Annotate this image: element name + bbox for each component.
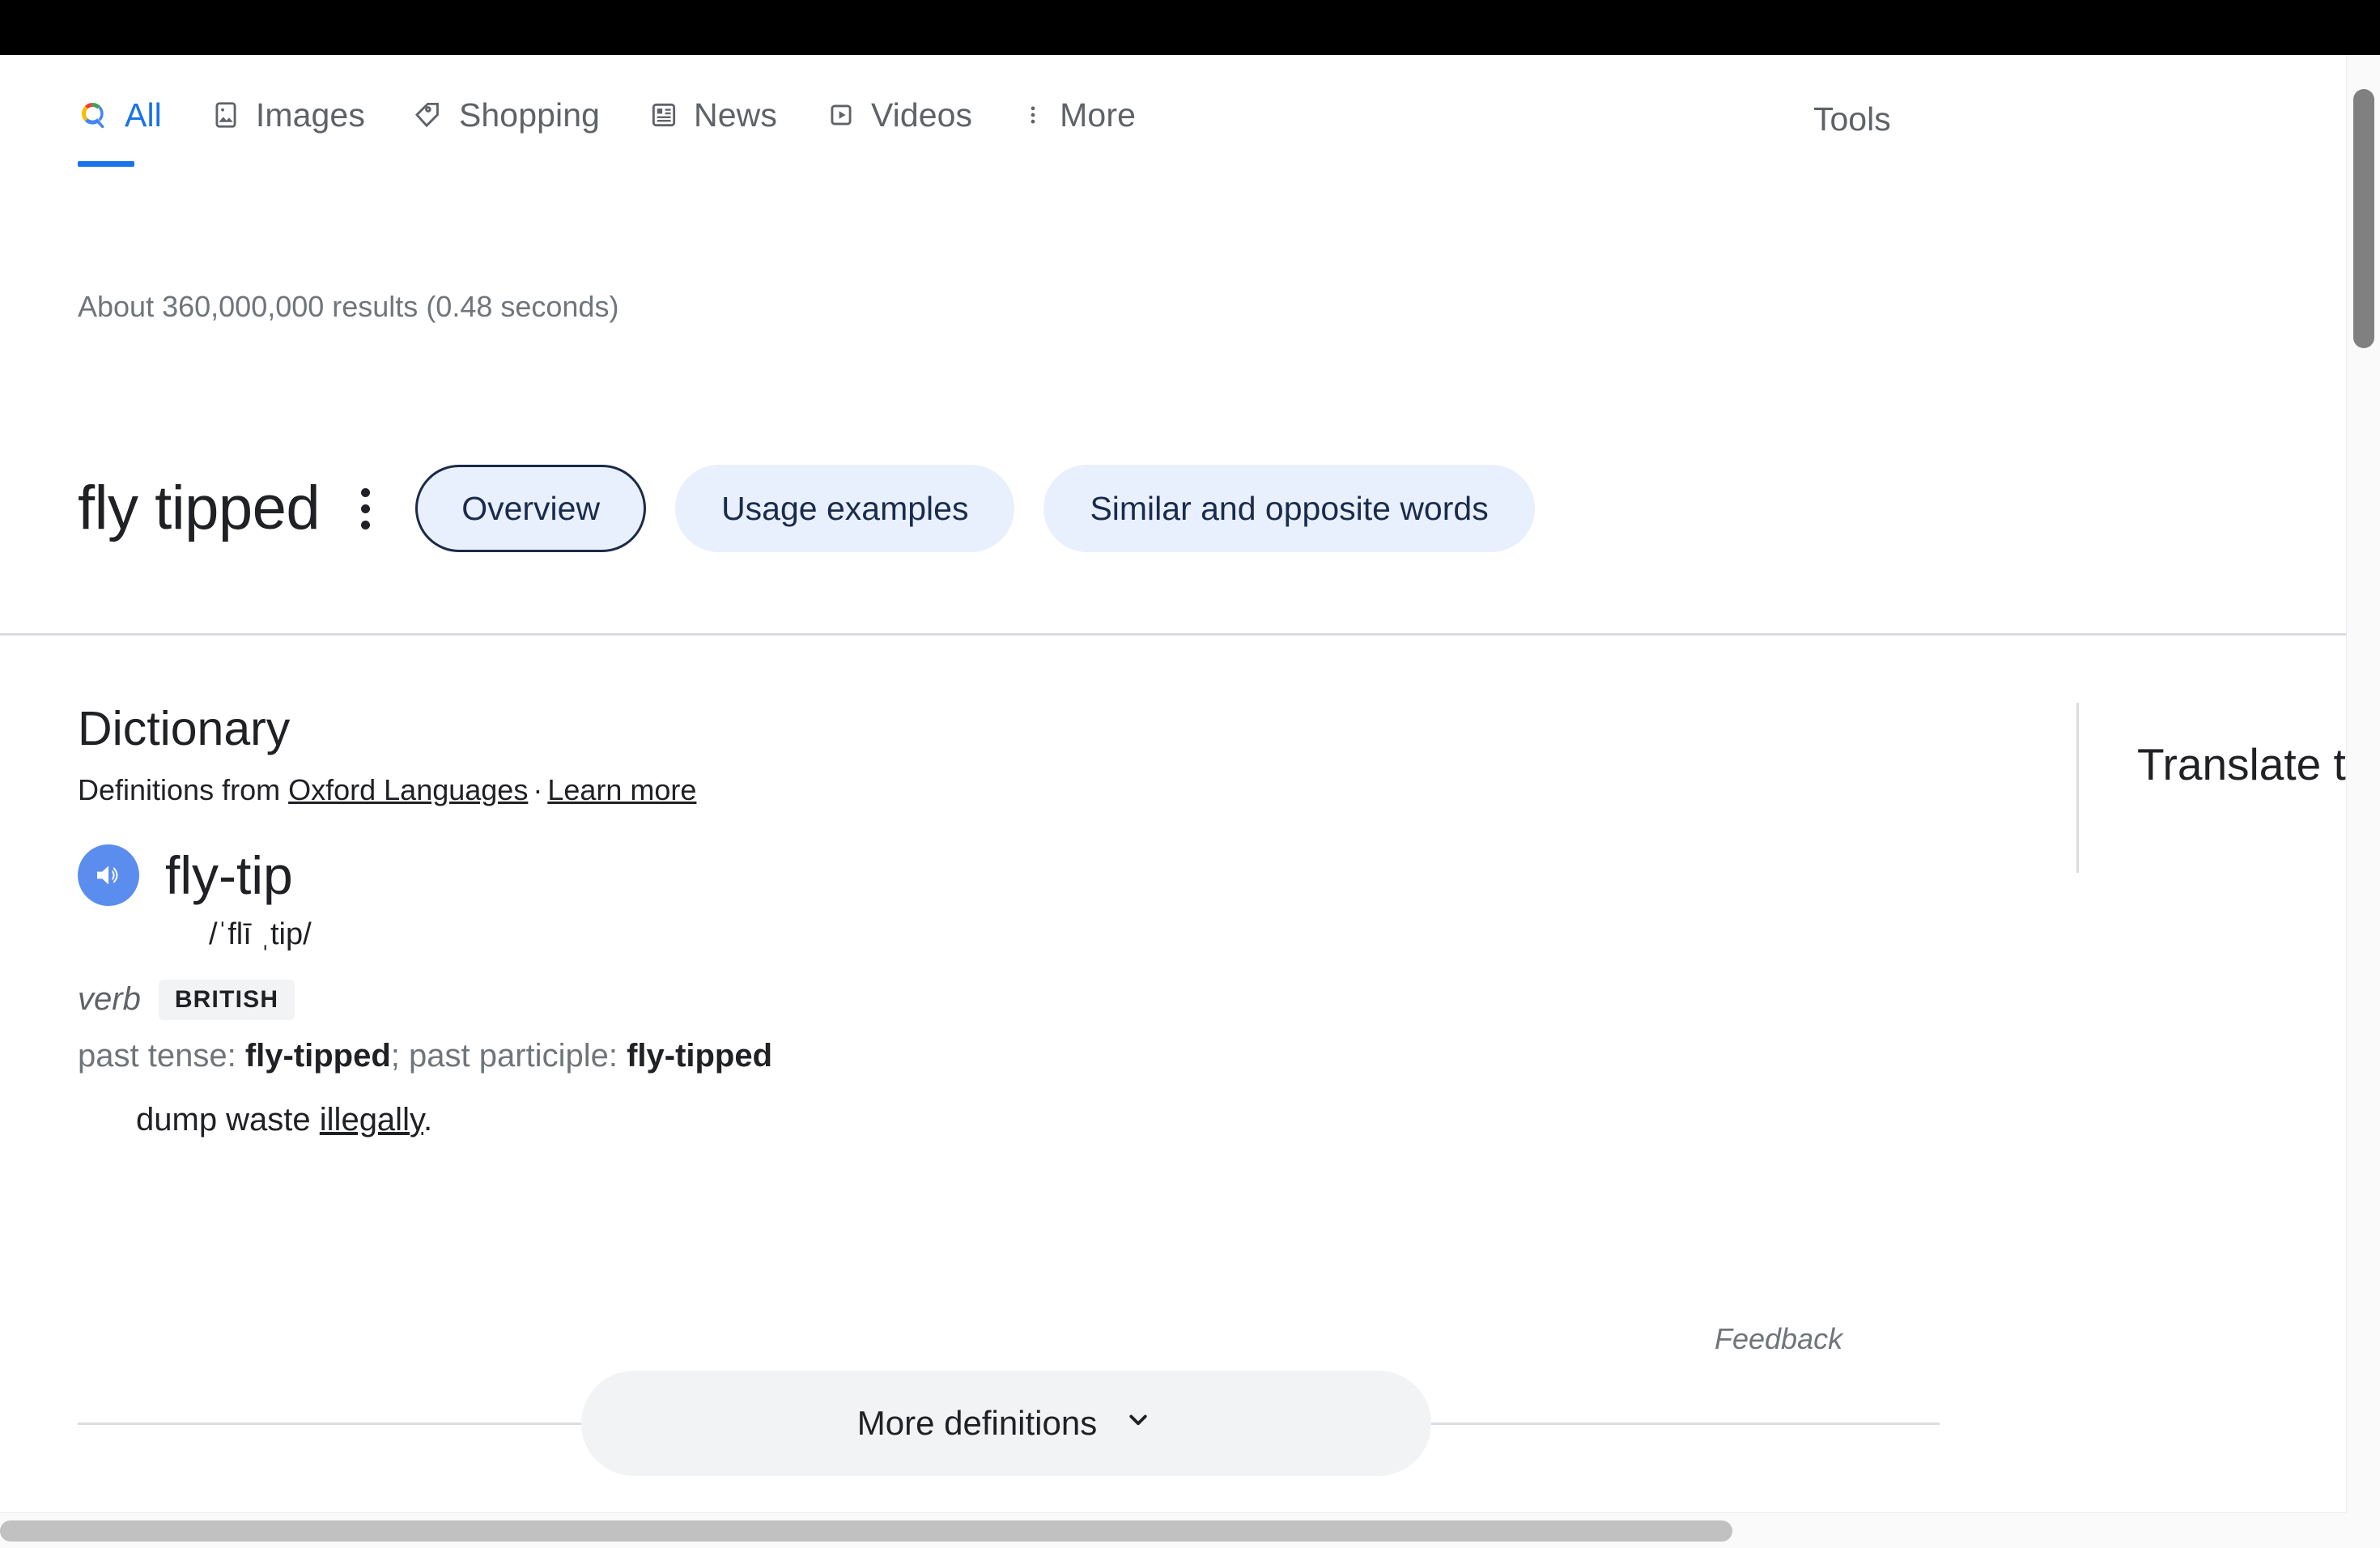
search-nav-tabs: All Images Shopping News Videos More — [0, 83, 1160, 167]
speaker-volume-icon[interactable] — [78, 844, 139, 906]
tools-button[interactable]: Tools — [1813, 100, 1891, 138]
tab-news[interactable]: News — [624, 83, 801, 147]
more-definitions-row: More definitions — [78, 1371, 1940, 1476]
pill-overview-label: Overview — [461, 489, 601, 527]
learn-more-link[interactable]: Learn more — [547, 773, 696, 806]
video-play-icon — [826, 100, 856, 130]
dictionary-source-line: Definitions from Oxford Languages · Learn … — [78, 773, 2037, 807]
part-of-speech-row: verb BRITISH — [78, 979, 2037, 1020]
vertical-scrollbar-thumb[interactable] — [2353, 89, 2374, 348]
pill-similar-and-opposite-words[interactable]: Similar and opposite words — [1043, 465, 1535, 552]
tab-shopping-label: Shopping — [458, 96, 601, 134]
browser-chrome-bar — [0, 0, 2380, 55]
page-title: fly tipped — [78, 474, 321, 542]
more-definitions-label: More definitions — [856, 1404, 1098, 1442]
tab-more-label: More — [1060, 96, 1136, 134]
past-tense-value: fly-tipped — [244, 1037, 391, 1074]
tab-images-label: Images — [255, 96, 365, 134]
past-participle-value: fly-tipped — [627, 1037, 773, 1074]
tab-active-underline — [78, 161, 134, 167]
chevron-down-icon — [1121, 1402, 1155, 1444]
oxford-languages-link[interactable]: Oxford Languages — [288, 773, 528, 806]
definition-suffix: . — [423, 1101, 433, 1138]
tab-videos-label: Videos — [870, 96, 973, 134]
horizontal-scrollbar[interactable] — [0, 1512, 2346, 1548]
tab-news-label: News — [694, 96, 777, 134]
pill-similar-label: Similar and opposite words — [1090, 489, 1489, 527]
tab-all-label: All — [125, 96, 162, 134]
source-prefix: Definitions from — [78, 772, 281, 806]
tab-shopping[interactable]: Shopping — [389, 83, 624, 147]
inflections-line: past tense: fly-tipped; past participle:… — [78, 1037, 773, 1074]
translate-panel: Translate t — [2076, 703, 2346, 873]
search-nav-bar: All Images Shopping News Videos More Too… — [0, 83, 2346, 172]
google-search-icon — [78, 99, 110, 131]
image-icon — [210, 100, 241, 130]
section-divider — [0, 633, 2346, 636]
pill-overview[interactable]: Overview — [415, 465, 647, 552]
region-badge: BRITISH — [158, 979, 295, 1020]
definition-text: dump waste illegally. — [136, 1102, 2037, 1138]
more-definitions-button[interactable]: More definitions — [581, 1371, 1431, 1476]
query-options-kebab-icon[interactable] — [341, 476, 389, 541]
query-header-row: fly tipped Overview Usage examples Simil… — [78, 444, 1564, 573]
browser-window: All Images Shopping News Videos More Too… — [0, 0, 2380, 1548]
dictionary-card: Dictionary Definitions from Oxford Langu… — [78, 703, 2037, 1138]
horizontal-scrollbar-thumb[interactable] — [0, 1520, 1732, 1542]
pill-usage-examples-label: Usage examples — [721, 489, 969, 527]
past-participle-label: past participle — [409, 1037, 609, 1074]
past-tense-label: past tense — [78, 1037, 227, 1074]
tag-icon — [414, 100, 444, 130]
pill-usage-examples[interactable]: Usage examples — [675, 465, 1015, 552]
tab-videos[interactable]: Videos — [801, 83, 997, 147]
phonetic-transcription: /ˈflī ˌtip/ — [209, 916, 312, 951]
vertical-scrollbar[interactable] — [2346, 55, 2380, 1512]
newspaper-icon — [648, 100, 679, 130]
illegally-link[interactable]: illegally — [320, 1102, 423, 1138]
kebab-menu-icon — [1021, 100, 1045, 130]
result-stats: About 360,000,000 results (0.48 seconds) — [78, 290, 619, 323]
headword: fly-tip — [165, 844, 293, 905]
tab-more[interactable]: More — [997, 83, 1160, 147]
part-of-speech: verb — [78, 981, 141, 1018]
headword-row: fly-tip — [78, 844, 2037, 906]
tab-images[interactable]: Images — [186, 83, 389, 147]
definition-prefix: dump waste — [136, 1101, 320, 1138]
tab-all[interactable]: All — [78, 83, 186, 167]
page-viewport: All Images Shopping News Videos More Too… — [0, 55, 2346, 1512]
source-separator: · — [533, 772, 543, 806]
scrollbar-corner — [2346, 1512, 2380, 1548]
feedback-link[interactable]: Feedback — [1715, 1322, 1842, 1356]
translate-panel-title: Translate t — [2137, 739, 2346, 789]
dictionary-heading: Dictionary — [78, 702, 291, 755]
